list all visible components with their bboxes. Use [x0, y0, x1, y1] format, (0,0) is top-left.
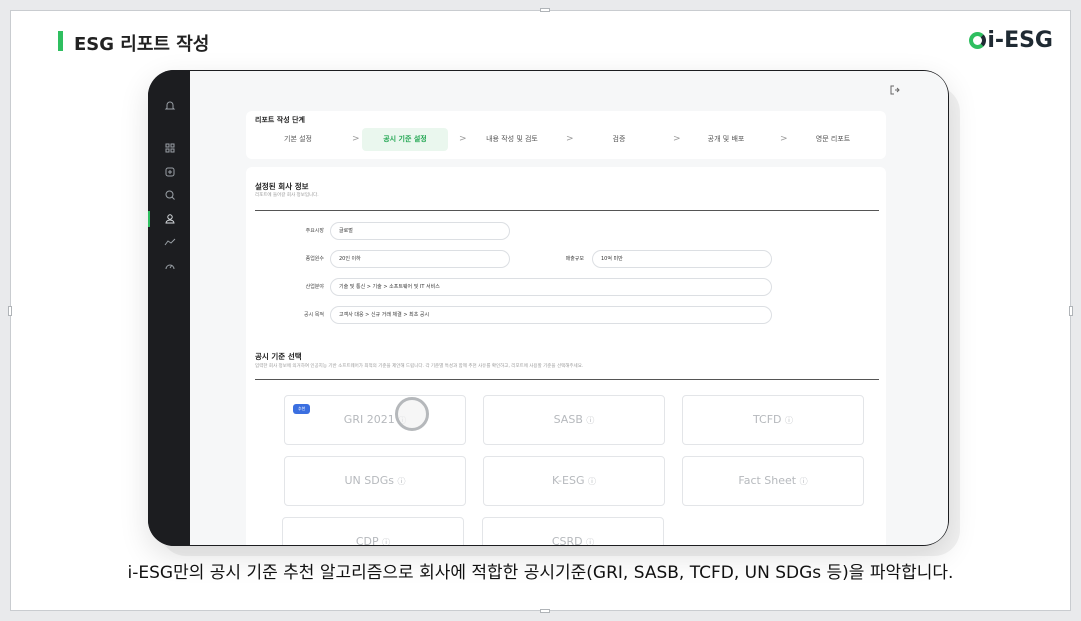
resize-handle-left[interactable] — [8, 306, 12, 316]
step-basic-settings[interactable]: 기본 설정 — [255, 128, 341, 151]
info-icon[interactable]: ⓘ — [588, 477, 596, 486]
plus-square-icon[interactable] — [164, 166, 176, 178]
resize-handle-top[interactable] — [540, 8, 550, 12]
report-steps-panel: 리포트 작성 단계 기본 설정 > 공시 기준 설정 > 내용 작성 및 검토 … — [246, 111, 886, 159]
revenue-label: 매출규모 — [565, 256, 584, 262]
standard-name: CDP — [355, 535, 379, 545]
employees-label: 종업원수 — [305, 256, 324, 262]
steps-title: 리포트 작성 단계 — [255, 116, 305, 124]
standard-name: Fact Sheet — [738, 474, 797, 487]
info-icon[interactable]: ⓘ — [800, 477, 808, 486]
step-separator: > — [352, 134, 360, 144]
slide-caption: i-ESG만의 공시 기준 추천 알고리즘으로 회사에 적합한 공시기준(GRI… — [127, 563, 954, 583]
search-zoom-icon[interactable] — [164, 189, 176, 201]
step-english-report[interactable]: 영문 리포트 — [790, 128, 876, 151]
standard-card-sasb[interactable]: SASB ⓘ — [483, 395, 665, 445]
company-info-desc: 리포트에 들어갈 회사 정보입니다. — [255, 193, 319, 198]
market-field[interactable]: 글로벌 — [330, 222, 510, 240]
step-separator: > — [459, 134, 467, 144]
standard-name: TCFD — [752, 413, 782, 426]
market-label: 주요시장 — [305, 228, 324, 234]
user-icon[interactable] — [164, 213, 176, 225]
app-screen: 리포트 작성 단계 기본 설정 > 공시 기준 설정 > 내용 작성 및 검토 … — [190, 71, 948, 545]
industry-field[interactable]: 기술 및 통신 > 기술 > 소프트웨어 및 IT 서비스 — [330, 278, 772, 296]
standard-name: SASB — [553, 413, 583, 426]
standard-card-cdp[interactable]: CDP ⓘ — [282, 517, 464, 545]
standard-name: K-ESG — [552, 474, 585, 487]
section-divider — [255, 379, 879, 380]
logo-text: i-ESG — [987, 28, 1053, 53]
standard-card-un-sdgs[interactable]: UN SDGs ⓘ — [284, 456, 466, 506]
revenue-field[interactable]: 10억 미만 — [592, 250, 772, 268]
settings-panel: 설정된 회사 정보 리포트에 들어갈 회사 정보입니다. 주요시장 글로벌 종업… — [246, 167, 886, 545]
standard-name: CSRD — [551, 535, 583, 545]
purpose-field[interactable]: 고객사 대응 > 신규 거래 체결 > 최초 공시 — [330, 306, 772, 324]
grid-icon[interactable] — [164, 142, 176, 154]
info-icon[interactable]: ⓘ — [397, 477, 405, 486]
industry-label: 산업분야 — [305, 284, 324, 290]
standards-title: 공시 기준 선택 — [255, 352, 302, 361]
info-icon[interactable]: ⓘ — [785, 416, 793, 425]
brand-logo: i-ESG — [969, 28, 1053, 53]
standard-card-gri[interactable]: 추천 GRI 2021 ⓘ — [284, 395, 466, 445]
standards-desc: 입력한 회사 정보에 의거하여 인공지능 기반 소프트웨어가 최적의 기준을 제… — [255, 364, 584, 369]
click-cursor-indicator — [395, 397, 429, 431]
company-info-title: 설정된 회사 정보 — [255, 182, 309, 191]
logo-ring-icon — [969, 32, 987, 49]
purpose-label: 공시 목적 — [304, 312, 324, 318]
step-content-review[interactable]: 내용 작성 및 검토 — [469, 128, 555, 151]
page-title: ESG 리포트 작성 — [74, 34, 210, 55]
logout-icon[interactable] — [890, 85, 900, 98]
info-icon[interactable]: ⓘ — [586, 416, 594, 425]
standard-card-csrd[interactable]: CSRD ⓘ — [482, 517, 664, 545]
step-verification[interactable]: 검증 — [576, 128, 662, 151]
trend-icon[interactable] — [164, 236, 176, 248]
bell-icon[interactable] — [164, 100, 176, 112]
heading-accent-bar — [58, 31, 63, 51]
step-separator: > — [780, 134, 788, 144]
employees-field[interactable]: 20인 이하 — [330, 250, 510, 268]
standard-name: GRI 2021 — [343, 413, 395, 426]
standard-card-fact-sheet[interactable]: Fact Sheet ⓘ — [682, 456, 864, 506]
step-disclosure-standard[interactable]: 공시 기준 설정 — [362, 128, 448, 151]
app-sidebar — [148, 70, 190, 546]
recommended-badge: 추천 — [293, 404, 311, 414]
section-divider — [255, 210, 879, 211]
gauge-icon[interactable] — [164, 260, 176, 272]
info-icon[interactable]: ⓘ — [586, 538, 594, 545]
standard-name: UN SDGs — [344, 474, 394, 487]
resize-handle-right[interactable] — [1069, 306, 1073, 316]
standard-card-k-esg[interactable]: K-ESG ⓘ — [483, 456, 665, 506]
sidebar-active-indicator — [148, 211, 150, 227]
standard-card-tcfd[interactable]: TCFD ⓘ — [682, 395, 864, 445]
step-publish[interactable]: 공개 및 배포 — [683, 128, 769, 151]
step-separator: > — [566, 134, 574, 144]
resize-handle-bottom[interactable] — [540, 609, 550, 613]
step-separator: > — [673, 134, 681, 144]
info-icon[interactable]: ⓘ — [382, 538, 390, 545]
tablet-device: 리포트 작성 단계 기본 설정 > 공시 기준 설정 > 내용 작성 및 검토 … — [148, 70, 949, 546]
